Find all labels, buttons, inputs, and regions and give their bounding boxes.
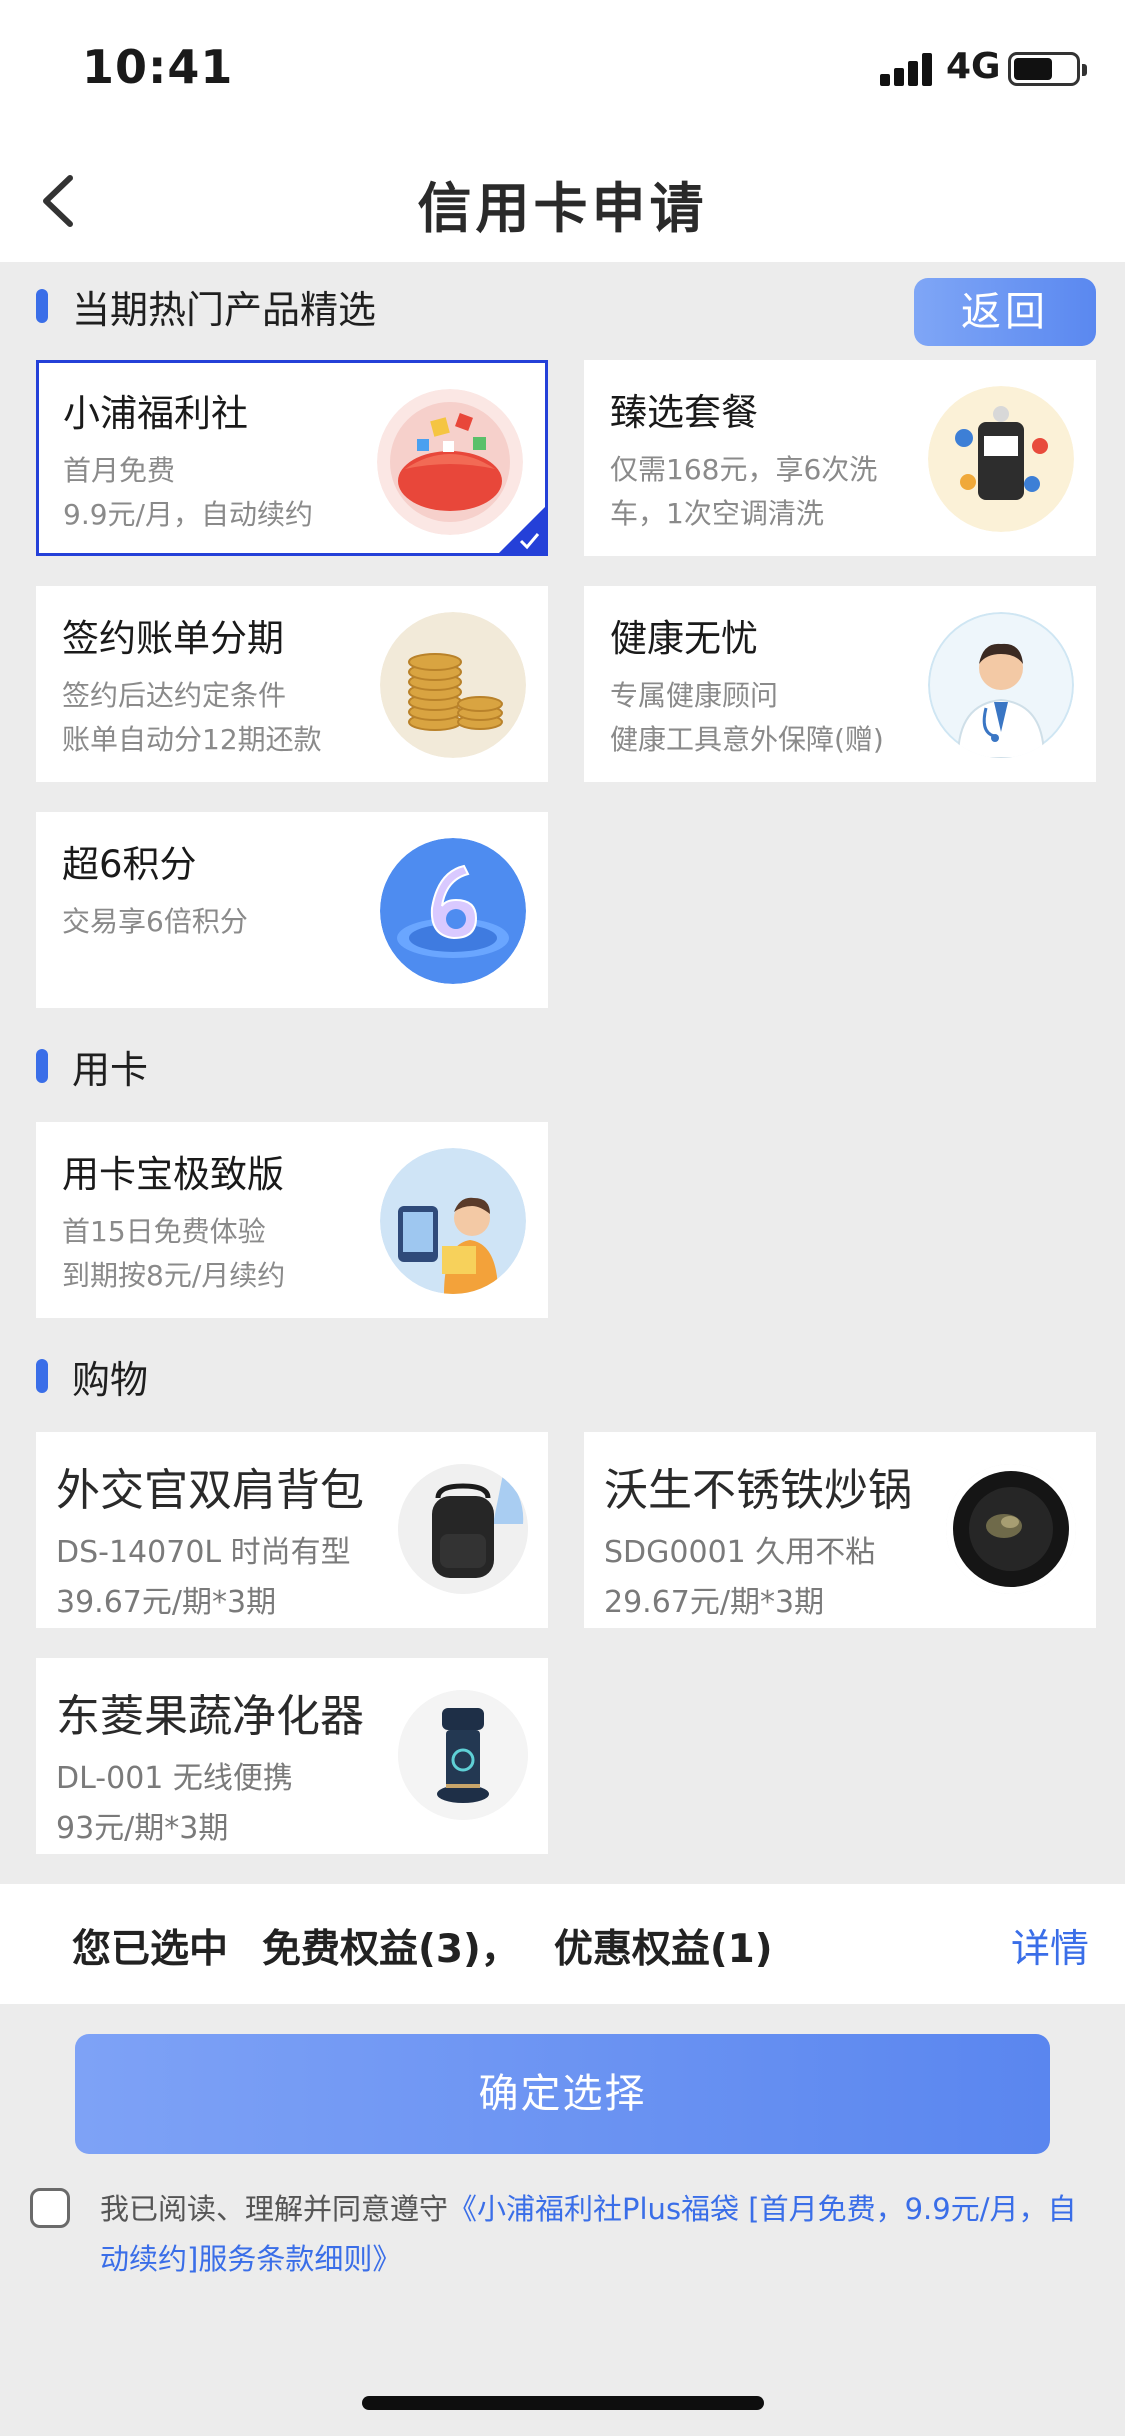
card-title: 签约账单分期 (62, 617, 284, 660)
section-hot-label: 当期热门产品精选 (72, 287, 377, 332)
section-shopping: 购物 (36, 1346, 148, 1406)
section-shopping-label: 购物 (72, 1357, 149, 1402)
card-wok[interactable]: 沃生不锈铁炒锅 SDG0001 久用不粘 29.67元/期*3期 (584, 1432, 1096, 1628)
status-time: 10:41 (82, 40, 234, 94)
details-link[interactable]: 详情 (1011, 1918, 1089, 1974)
car-wash-icon (928, 386, 1074, 532)
doctor-icon (928, 612, 1074, 758)
purifier-icon (398, 1690, 528, 1820)
card-title: 健康无忧 (610, 617, 758, 660)
card-purifier[interactable]: 东菱果蔬净化器 DL-001 无线便携 93元/期*3期 (36, 1658, 548, 1854)
return-button[interactable]: 返回 (914, 278, 1096, 346)
page-title: 信用卡申请 (417, 177, 708, 240)
card-title: 小浦福利社 (63, 392, 248, 435)
product-desc: DS-14070L 时尚有型 39.67元/期*3期 (56, 1535, 351, 1620)
section-marker (36, 289, 48, 323)
product-title: 东菱果蔬净化器 (56, 1691, 364, 1742)
six-points-icon (380, 838, 526, 984)
product-desc: DL-001 无线便携 93元/期*3期 (56, 1761, 293, 1846)
product-desc: SDG0001 久用不粘 29.67元/期*3期 (604, 1535, 876, 1620)
section-hot: 当期热门产品精选 (36, 276, 376, 336)
card-desc: 专属健康顾问 健康工具意外保障(赠) (610, 679, 884, 756)
card-xiaopu-welfare[interactable]: 小浦福利社 首月免费 9.9元/月，自动续约 (36, 360, 548, 556)
confirm-button[interactable]: 确定选择 (75, 2034, 1050, 2154)
card-desc: 首15日免费体验 到期按8元/月续约 (62, 1215, 286, 1292)
card-usage-premium[interactable]: 用卡宝极致版 首15日免费体验 到期按8元/月续约 (36, 1122, 548, 1318)
coins-icon (380, 612, 526, 758)
network-label: 4G (946, 46, 1001, 87)
card-desc: 交易享6倍积分 (62, 905, 248, 938)
product-title: 外交官双肩背包 (56, 1465, 364, 1516)
section-marker (36, 1049, 48, 1083)
delivery-person-icon (380, 1148, 526, 1294)
summary-text: 您已选中 免费权益(3)， 优惠权益(1) (72, 1927, 773, 1972)
signal-icon (880, 52, 936, 86)
card-bill-installment[interactable]: 签约账单分期 签约后达约定条件 账单自动分12期还款 (36, 586, 548, 782)
status-bar: 10:41 4G (0, 0, 1125, 140)
section-marker (36, 1359, 48, 1393)
agreement-text: 我已阅读、理解并同意遵守《小浦福利社Plus福袋 [首月免费，9.9元/月，自动… (100, 2192, 1077, 2276)
section-card-use-label: 用卡 (72, 1047, 149, 1092)
card-backpack[interactable]: 外交官双肩背包 DS-14070L 时尚有型 39.67元/期*3期 (36, 1432, 548, 1628)
card-title: 用卡宝极致版 (62, 1153, 284, 1196)
section-card-use: 用卡 (36, 1036, 148, 1096)
card-desc: 首月免费 9.9元/月，自动续约 (63, 454, 313, 531)
selection-summary: 您已选中 免费权益(3)， 优惠权益(1) 详情 (0, 1884, 1125, 2004)
card-desc: 签约后达约定条件 账单自动分12期还款 (62, 679, 322, 756)
wok-icon (946, 1464, 1076, 1594)
product-title: 沃生不锈铁炒锅 (604, 1465, 912, 1516)
battery-icon (1008, 52, 1087, 86)
card-title: 臻选套餐 (610, 391, 758, 434)
selected-check-icon (499, 507, 545, 553)
card-super6-points[interactable]: 超6积分 交易享6倍积分 (36, 812, 548, 1008)
card-health[interactable]: 健康无忧 专属健康顾问 健康工具意外保障(赠) (584, 586, 1096, 782)
card-title: 超6积分 (62, 843, 197, 886)
home-indicator (362, 2396, 764, 2410)
card-premium-package[interactable]: 臻选套餐 仅需168元，享6次洗 车，1次空调清洗 (584, 360, 1096, 556)
nav-bar: 信用卡申请 (0, 140, 1125, 262)
backpack-icon (398, 1464, 528, 1594)
agreement-checkbox[interactable] (30, 2188, 70, 2228)
card-desc: 仅需168元，享6次洗 车，1次空调清洗 (610, 453, 878, 530)
